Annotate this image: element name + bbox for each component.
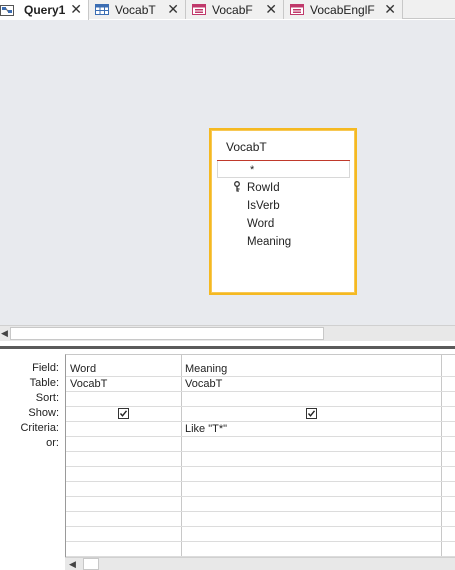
row-label-show: Show: <box>28 407 59 419</box>
row-divider <box>66 511 455 512</box>
tab-query1[interactable]: Query1 ✕ <box>0 0 89 20</box>
row-divider <box>66 451 455 452</box>
design-grid-cells[interactable]: Word VocabT Meaning VocabT Like "T*" <box>65 354 455 560</box>
field-list-item-isverb[interactable]: IsVerb <box>247 200 280 212</box>
row-divider <box>66 406 455 407</box>
query-icon <box>0 4 16 16</box>
all-fields-asterisk: * <box>250 164 255 176</box>
field-list-item-all[interactable]: * <box>217 161 350 178</box>
row-label-sort: Sort: <box>35 392 59 404</box>
document-tab-strip: Query1 ✕ VocabT ✕ VocabF ✕ VocabEnglF ✕ <box>0 0 455 20</box>
show-checkbox-col1[interactable] <box>118 408 129 419</box>
design-horizontal-scrollbar[interactable]: ◀ <box>0 325 455 341</box>
row-divider <box>66 376 455 377</box>
grid-corner <box>0 557 65 570</box>
column-divider[interactable] <box>181 355 182 560</box>
row-label-or: or: <box>46 437 59 449</box>
table-icon <box>95 4 109 15</box>
row-divider <box>66 541 455 542</box>
row-label-criteria: Criteria: <box>20 422 59 434</box>
row-divider <box>66 436 455 437</box>
row-label-table: Table: <box>29 377 59 389</box>
tab-label: Query1 <box>24 3 66 17</box>
primary-key-icon <box>233 181 241 192</box>
scroll-left-arrow-icon[interactable]: ◀ <box>69 559 76 570</box>
tab-label: VocabEnglF <box>310 2 375 17</box>
criteria-cell-col2[interactable]: Like "T*" <box>185 423 227 435</box>
show-checkbox-col2[interactable] <box>306 408 317 419</box>
table-cell-col1[interactable]: VocabT <box>70 378 107 390</box>
row-label-field: Field: <box>32 362 59 374</box>
row-divider <box>66 391 455 392</box>
close-tab-icon[interactable]: ✕ <box>167 2 179 16</box>
field-list-item-rowid[interactable]: RowId <box>247 182 280 194</box>
field-list-item-word[interactable]: Word <box>247 218 274 230</box>
scrollbar-thumb[interactable] <box>10 327 324 340</box>
form-icon <box>192 4 206 15</box>
tab-label: VocabT <box>115 2 156 17</box>
table-field-list[interactable]: VocabT * RowId IsVerb Word Meaning <box>209 128 357 295</box>
field-cell-col2[interactable]: Meaning <box>185 363 227 375</box>
close-tab-icon[interactable]: ✕ <box>265 2 277 16</box>
tab-vocabenglf[interactable]: VocabEnglF ✕ <box>284 0 403 19</box>
form-icon <box>290 4 304 15</box>
table-cell-col2[interactable]: VocabT <box>185 378 222 390</box>
grid-horizontal-scrollbar[interactable]: ◀ <box>65 557 455 570</box>
query-design-pane[interactable]: VocabT * RowId IsVerb Word Meaning <box>0 20 455 325</box>
scroll-left-arrow-icon[interactable]: ◀ <box>1 328 8 339</box>
scrollbar-thumb[interactable] <box>83 558 99 570</box>
row-divider <box>66 466 455 467</box>
close-tab-icon[interactable]: ✕ <box>70 2 82 16</box>
tab-vocabf[interactable]: VocabF ✕ <box>186 0 284 19</box>
query-design-grid: Field: Table: Sort: Show: Criteria: or: … <box>0 349 455 570</box>
close-tab-icon[interactable]: ✕ <box>384 2 396 16</box>
row-divider <box>66 496 455 497</box>
tab-label: VocabF <box>212 2 253 17</box>
row-divider <box>66 421 455 422</box>
field-list-title[interactable]: VocabT <box>226 140 267 154</box>
row-divider <box>66 481 455 482</box>
tab-vocabt[interactable]: VocabT ✕ <box>89 0 186 19</box>
field-list-item-meaning[interactable]: Meaning <box>247 236 291 248</box>
column-divider[interactable] <box>441 355 442 560</box>
row-divider <box>66 526 455 527</box>
field-cell-col1[interactable]: Word <box>70 363 96 375</box>
